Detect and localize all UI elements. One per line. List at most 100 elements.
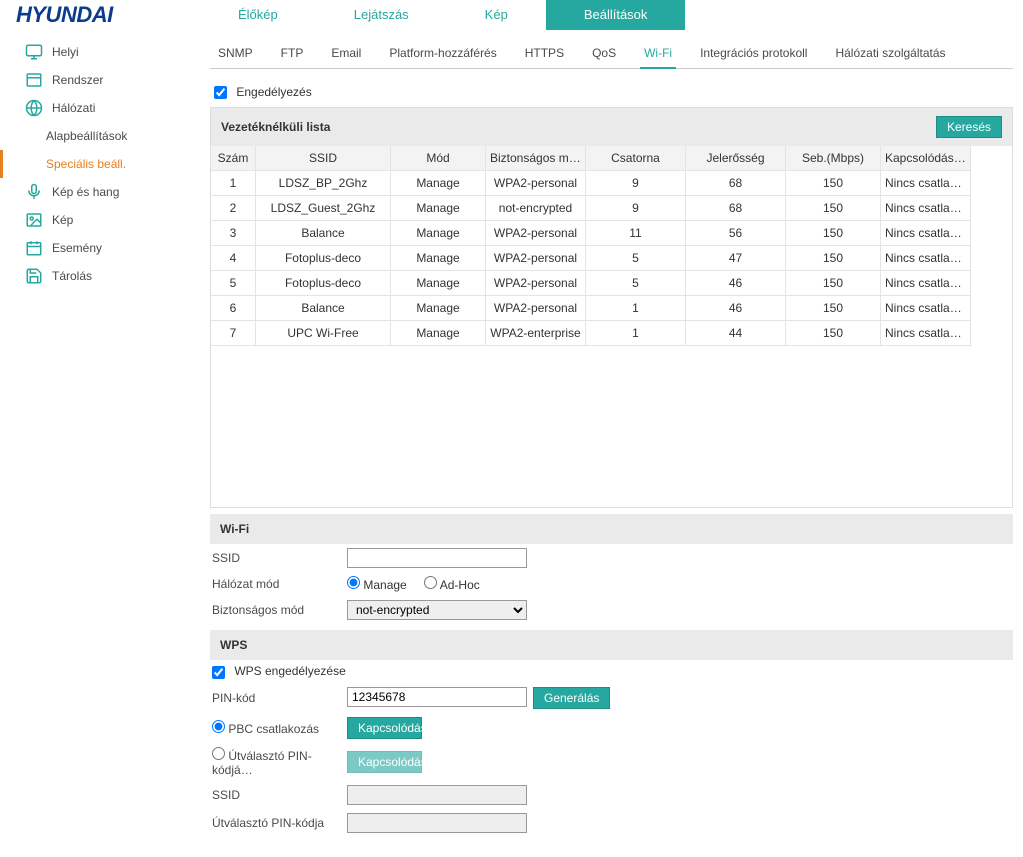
generate-button[interactable]: Generálás	[533, 687, 610, 709]
enable-checkbox-label[interactable]: Engedélyezés	[214, 85, 312, 99]
table-cell[interactable]: Fotoplus-deco	[256, 271, 391, 296]
table-cell[interactable]: Manage	[391, 271, 486, 296]
table-cell[interactable]: 11	[586, 221, 686, 246]
wifi-ssid-input[interactable]	[347, 548, 527, 568]
table-cell[interactable]: Nincs csatlakozva	[881, 196, 971, 221]
table-cell[interactable]: Manage	[391, 171, 486, 196]
table-cell[interactable]: 1	[211, 171, 256, 196]
subtab[interactable]: SNMP	[214, 40, 257, 66]
table-cell[interactable]: 4	[211, 246, 256, 271]
sidebar-item[interactable]: Alapbeállítások	[0, 122, 200, 150]
topnav-item[interactable]: Lejátszás	[316, 0, 447, 30]
table-cell[interactable]: LDSZ_Guest_2Ghz	[256, 196, 391, 221]
table-cell[interactable]: 56	[686, 221, 786, 246]
table-cell[interactable]: WPA2-personal	[486, 296, 586, 321]
table-cell[interactable]: 46	[686, 271, 786, 296]
subtab[interactable]: Email	[327, 40, 365, 66]
subtab[interactable]: Wi-Fi	[640, 40, 676, 69]
subtab[interactable]: HTTPS	[521, 40, 568, 66]
table-cell[interactable]: 44	[686, 321, 786, 346]
table-cell[interactable]: 7	[211, 321, 256, 346]
table-cell[interactable]: 150	[786, 321, 881, 346]
sidebar: HelyiRendszerHálózatiAlapbeállításokSpec…	[0, 30, 200, 857]
table-cell[interactable]: Balance	[256, 221, 391, 246]
wifi-ssid-label: SSID	[212, 551, 347, 565]
wps-routerpin-option[interactable]: Útválasztó PIN-kódjá…	[212, 749, 312, 777]
wifi-sec-select[interactable]: not-encrypted	[347, 600, 527, 620]
sidebar-item[interactable]: Hálózati	[0, 94, 200, 122]
sidebar-item[interactable]: Rendszer	[0, 66, 200, 94]
table-cell[interactable]: WPA2-personal	[486, 271, 586, 296]
table-cell[interactable]: WPA2-personal	[486, 171, 586, 196]
table-cell[interactable]: 68	[686, 171, 786, 196]
connect-pbc-button[interactable]: Kapcsolódás	[347, 717, 422, 739]
enable-checkbox[interactable]	[214, 86, 227, 99]
table-cell[interactable]: 47	[686, 246, 786, 271]
sidebar-item[interactable]: Kép	[0, 206, 200, 234]
table-cell[interactable]: LDSZ_BP_2Ghz	[256, 171, 391, 196]
wifi-mode-manage-radio[interactable]	[347, 576, 360, 589]
table-cell[interactable]: 46	[686, 296, 786, 321]
mic-icon	[24, 182, 44, 202]
table-cell[interactable]: WPA2-personal	[486, 246, 586, 271]
table-cell[interactable]: 9	[586, 171, 686, 196]
wps-enable-checkbox[interactable]	[212, 666, 225, 679]
table-cell[interactable]: 68	[686, 196, 786, 221]
sidebar-item[interactable]: Helyi	[0, 38, 200, 66]
subtab[interactable]: QoS	[588, 40, 620, 66]
subtab[interactable]: Integrációs protokoll	[696, 40, 811, 66]
wifi-mode-manage-option[interactable]: Manage	[347, 578, 407, 592]
topnav-item[interactable]: Kép	[447, 0, 546, 30]
table-cell[interactable]: Manage	[391, 246, 486, 271]
table-cell[interactable]: 6	[211, 296, 256, 321]
table-cell[interactable]: Nincs csatlakozva	[881, 246, 971, 271]
topnav-item[interactable]: Élőkép	[200, 0, 316, 30]
sidebar-item[interactable]: Tárolás	[0, 262, 200, 290]
table-cell[interactable]: 150	[786, 196, 881, 221]
sidebar-item[interactable]: Speciális beáll.	[0, 150, 200, 178]
table-cell[interactable]: UPC Wi-Free	[256, 321, 391, 346]
table-cell[interactable]: not-encrypted	[486, 196, 586, 221]
sidebar-item[interactable]: Esemény	[0, 234, 200, 262]
table-cell[interactable]: 5	[586, 271, 686, 296]
table-cell[interactable]: 1	[586, 321, 686, 346]
table-cell[interactable]: 1	[586, 296, 686, 321]
wps-pin-input[interactable]	[347, 687, 527, 707]
table-cell[interactable]: Nincs csatlakozva	[881, 221, 971, 246]
wifi-mode-label: Hálózat mód	[212, 577, 347, 591]
table-cell[interactable]: 150	[786, 246, 881, 271]
table-cell[interactable]: Nincs csatlakozva	[881, 271, 971, 296]
subtab[interactable]: FTP	[277, 40, 308, 66]
table-cell[interactable]: WPA2-personal	[486, 221, 586, 246]
table-cell[interactable]: 150	[786, 221, 881, 246]
table-cell[interactable]: Fotoplus-deco	[256, 246, 391, 271]
table-cell[interactable]: Manage	[391, 321, 486, 346]
subtab[interactable]: Platform-hozzáférés	[385, 40, 500, 66]
search-button[interactable]: Keresés	[936, 116, 1002, 138]
table-cell[interactable]: 9	[586, 196, 686, 221]
table-cell[interactable]: WPA2-enterprise	[486, 321, 586, 346]
wifi-mode-adhoc-radio[interactable]	[424, 576, 437, 589]
table-cell[interactable]: Nincs csatlakozva	[881, 321, 971, 346]
table-cell[interactable]: 5	[586, 246, 686, 271]
table-cell[interactable]: 150	[786, 171, 881, 196]
table-cell[interactable]: Balance	[256, 296, 391, 321]
table-cell[interactable]: Manage	[391, 296, 486, 321]
table-cell[interactable]: Nincs csatlakozva	[881, 171, 971, 196]
wps-enable-option[interactable]: WPS engedélyezése	[212, 664, 346, 678]
subtab[interactable]: Hálózati szolgáltatás	[831, 40, 949, 66]
sidebar-item[interactable]: Kép és hang	[0, 178, 200, 206]
wps-pbc-radio[interactable]	[212, 720, 225, 733]
wps-pbc-option[interactable]: PBC csatlakozás	[212, 722, 319, 736]
table-cell[interactable]: Manage	[391, 221, 486, 246]
table-cell[interactable]: 2	[211, 196, 256, 221]
table-cell[interactable]: 3	[211, 221, 256, 246]
table-cell[interactable]: 5	[211, 271, 256, 296]
table-cell[interactable]: 150	[786, 296, 881, 321]
table-cell[interactable]: Nincs csatlakozva	[881, 296, 971, 321]
wps-routerpin-radio[interactable]	[212, 747, 225, 760]
topnav-item[interactable]: Beállítások	[546, 0, 686, 30]
table-cell[interactable]: 150	[786, 271, 881, 296]
table-cell[interactable]: Manage	[391, 196, 486, 221]
wifi-mode-adhoc-option[interactable]: Ad-Hoc	[424, 578, 480, 592]
